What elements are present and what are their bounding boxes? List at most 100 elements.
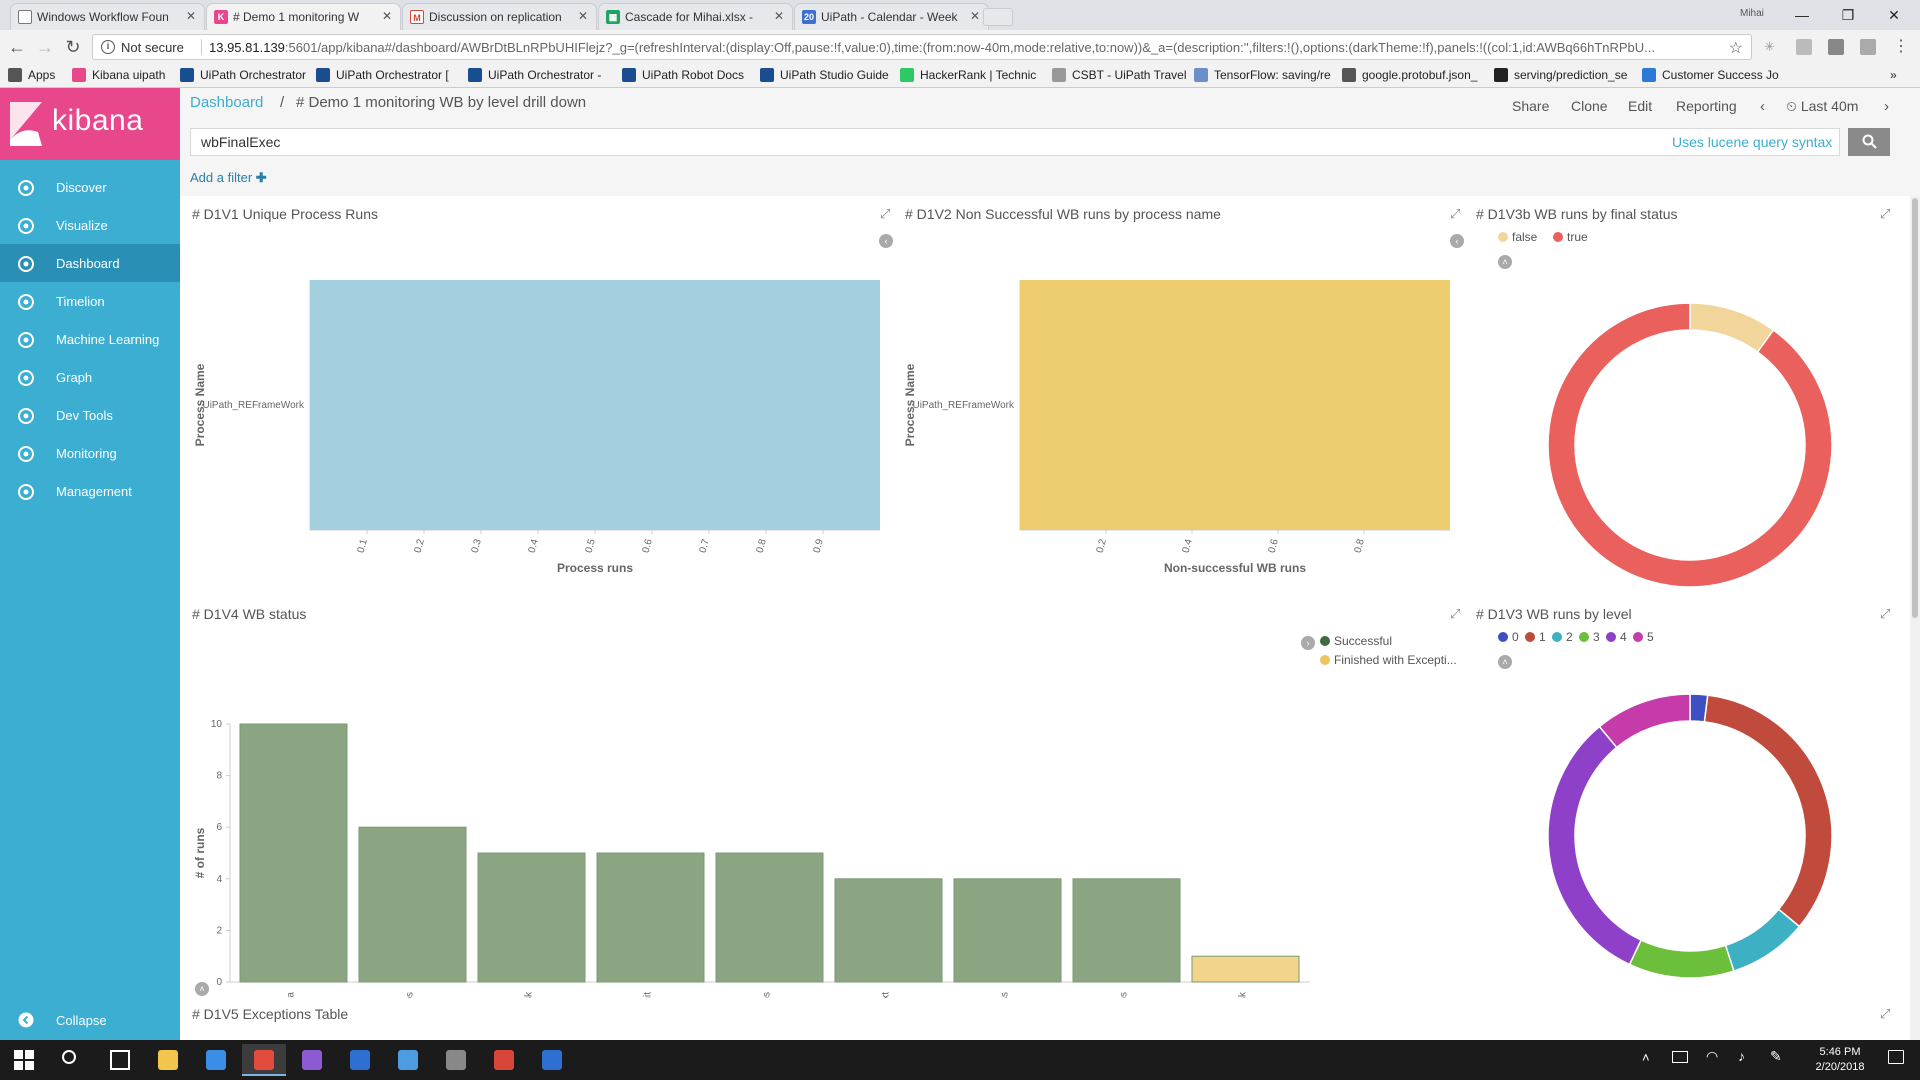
bookmark-item[interactable]: UiPath Orchestrator [ <box>316 68 449 82</box>
toggle-legend-icon[interactable]: ˄ <box>1498 255 1512 269</box>
edit-link[interactable]: Edit <box>1628 98 1652 114</box>
sidebar-item-machine-learning[interactable]: Machine Learning <box>0 320 180 358</box>
bookmark-item[interactable]: CSBT - UiPath Travel <box>1052 68 1186 82</box>
browser-tab[interactable]: 20 UiPath - Calendar - Week ✕ <box>794 3 989 30</box>
info-icon[interactable]: i <box>101 40 115 54</box>
bookmark-item[interactable]: Kibana uipath <box>72 68 165 82</box>
bookmark-item[interactable]: UiPath Orchestrator - <box>468 68 601 82</box>
taskbar-terminal[interactable] <box>434 1044 478 1076</box>
search-input[interactable]: wbFinalExec <box>190 128 1840 156</box>
forward-icon[interactable]: → <box>34 37 56 59</box>
sidebar-item-timelion[interactable]: Timelion <box>0 282 180 320</box>
close-tab-icon[interactable]: ✕ <box>970 9 980 23</box>
breadcrumb-dashboard[interactable]: Dashboard <box>190 94 263 111</box>
close-tab-icon[interactable]: ✕ <box>186 9 196 23</box>
chevron-up-icon[interactable]: ˄ <box>1642 1050 1650 1065</box>
sidebar-item-dev-tools[interactable]: Dev Tools <box>0 396 180 434</box>
share-link[interactable]: Share <box>1512 98 1549 114</box>
bookmarks-overflow-icon[interactable]: » <box>1890 68 1897 82</box>
legend-item[interactable]: 4 <box>1606 630 1627 644</box>
sidebar-item-discover[interactable]: Discover <box>0 168 180 206</box>
scrollbar-thumb[interactable] <box>1912 198 1918 618</box>
expand-panel-icon[interactable]: ⤢ <box>1450 206 1460 222</box>
bookmark-item[interactable]: Customer Success Jo <box>1642 68 1779 82</box>
bookmark-item[interactable]: HackerRank | Technic <box>900 68 1036 82</box>
minimize-icon[interactable]: — <box>1782 3 1822 27</box>
toggle-legend-icon[interactable]: ‹ <box>879 234 893 248</box>
extension-icon[interactable]: ✳ <box>1764 39 1780 55</box>
legend-item[interactable]: 3 <box>1579 630 1600 644</box>
legend-item[interactable]: Successful <box>1320 634 1392 648</box>
bookmark-star-icon[interactable]: ☆ <box>1729 38 1743 58</box>
battery-icon[interactable] <box>1672 1051 1688 1063</box>
expand-panel-icon[interactable]: ⤢ <box>1880 1006 1890 1022</box>
taskbar-uipath-studio[interactable] <box>338 1044 382 1076</box>
notifications-icon[interactable] <box>1888 1050 1904 1064</box>
collapse-sidebar-button[interactable]: Collapse <box>0 1000 180 1040</box>
clone-link[interactable]: Clone <box>1571 98 1608 114</box>
sidebar-item-visualize[interactable]: Visualize <box>0 206 180 244</box>
url-text[interactable]: 13.95.81.139:5601/app/kibana#/dashboard/… <box>209 40 1709 55</box>
legend-item[interactable]: true <box>1553 230 1588 244</box>
taskbar-app-globe[interactable] <box>386 1044 430 1076</box>
sidebar-item-graph[interactable]: Graph <box>0 358 180 396</box>
expand-panel-icon[interactable]: ⤢ <box>1450 606 1460 622</box>
extension-icon[interactable] <box>1860 39 1876 55</box>
sidebar-item-management[interactable]: Management <box>0 472 180 510</box>
new-tab-button[interactable] <box>983 8 1013 26</box>
url-bar[interactable]: i Not secure 13.95.81.139:5601/app/kiban… <box>92 34 1752 60</box>
browser-tab[interactable]: Windows Workflow Foun ✕ <box>10 3 205 30</box>
taskbar-file-explorer[interactable] <box>146 1044 190 1076</box>
expand-panel-icon[interactable]: ⤢ <box>1880 206 1890 222</box>
close-tab-icon[interactable]: ✕ <box>578 9 588 23</box>
sidebar-item-dashboard[interactable]: Dashboard <box>0 244 180 282</box>
taskbar-task-view[interactable] <box>98 1044 142 1076</box>
close-window-icon[interactable]: ✕ <box>1874 3 1914 27</box>
wifi-icon[interactable]: ◠ <box>1706 1048 1718 1065</box>
menu-kebab-icon[interactable]: ⋮ <box>1890 37 1912 59</box>
legend-item[interactable]: 5 <box>1633 630 1654 644</box>
sidebar-item-monitoring[interactable]: Monitoring <box>0 434 180 472</box>
extension-icon[interactable] <box>1796 39 1812 55</box>
time-picker[interactable]: ⏲ Last 40m <box>1786 98 1858 115</box>
reporting-link[interactable]: Reporting <box>1676 98 1737 114</box>
pen-icon[interactable]: ✎ <box>1770 1048 1782 1065</box>
extension-icon[interactable] <box>1828 39 1844 55</box>
search-button[interactable] <box>1848 128 1890 156</box>
legend-item[interactable]: Finished with Excepti... <box>1320 653 1457 667</box>
bookmark-item[interactable]: TensorFlow: saving/re <box>1194 68 1331 82</box>
toggle-legend-icon[interactable]: ‹ <box>1450 234 1464 248</box>
lucene-syntax-link[interactable]: Uses lucene query syntax <box>1672 134 1832 150</box>
add-filter-button[interactable]: Add a filter ✚ <box>190 170 267 186</box>
taskbar-app-red[interactable] <box>482 1044 526 1076</box>
taskbar-uipath-robot[interactable] <box>530 1044 574 1076</box>
expand-panel-icon[interactable]: ⤢ <box>1880 606 1890 622</box>
bookmark-item[interactable]: serving/prediction_se <box>1494 68 1627 82</box>
bookmark-item[interactable]: Apps <box>8 68 55 82</box>
kibana-logo[interactable]: kibana <box>0 88 180 160</box>
legend-item[interactable]: 2 <box>1552 630 1573 644</box>
browser-user-name[interactable]: Mihai <box>1740 8 1764 19</box>
browser-tab[interactable]: ▦ Cascade for Mihai.xlsx - ✕ <box>598 3 793 30</box>
bookmark-item[interactable]: UiPath Orchestrator <box>180 68 306 82</box>
volume-icon[interactable]: ♪ <box>1738 1048 1745 1064</box>
time-back-icon[interactable]: ‹ <box>1760 98 1765 115</box>
bookmark-item[interactable]: UiPath Studio Guide <box>760 68 889 82</box>
time-forward-icon[interactable]: › <box>1884 98 1889 115</box>
browser-tab-active[interactable]: K # Demo 1 monitoring W ✕ <box>206 3 401 30</box>
taskbar-start[interactable] <box>2 1044 46 1076</box>
legend-item[interactable]: 1 <box>1525 630 1546 644</box>
security-status[interactable]: Not secure <box>121 40 184 55</box>
taskbar-visual-studio[interactable] <box>290 1044 334 1076</box>
browser-tab[interactable]: M Discussion on replication ✕ <box>402 3 597 30</box>
toggle-legend-icon[interactable]: ˄ <box>1498 655 1512 669</box>
toggle-legend-icon[interactable]: › <box>1301 636 1315 650</box>
taskbar-search[interactable] <box>50 1044 94 1076</box>
legend-item[interactable]: 0 <box>1498 630 1519 644</box>
close-tab-icon[interactable]: ✕ <box>774 9 784 23</box>
toggle-legend-icon[interactable]: ˄ <box>195 982 209 996</box>
expand-panel-icon[interactable]: ⤢ <box>880 206 890 222</box>
bookmark-item[interactable]: UiPath Robot Docs <box>622 68 744 82</box>
restore-icon[interactable]: ❐ <box>1828 3 1868 27</box>
reload-icon[interactable]: ↻ <box>62 37 84 59</box>
